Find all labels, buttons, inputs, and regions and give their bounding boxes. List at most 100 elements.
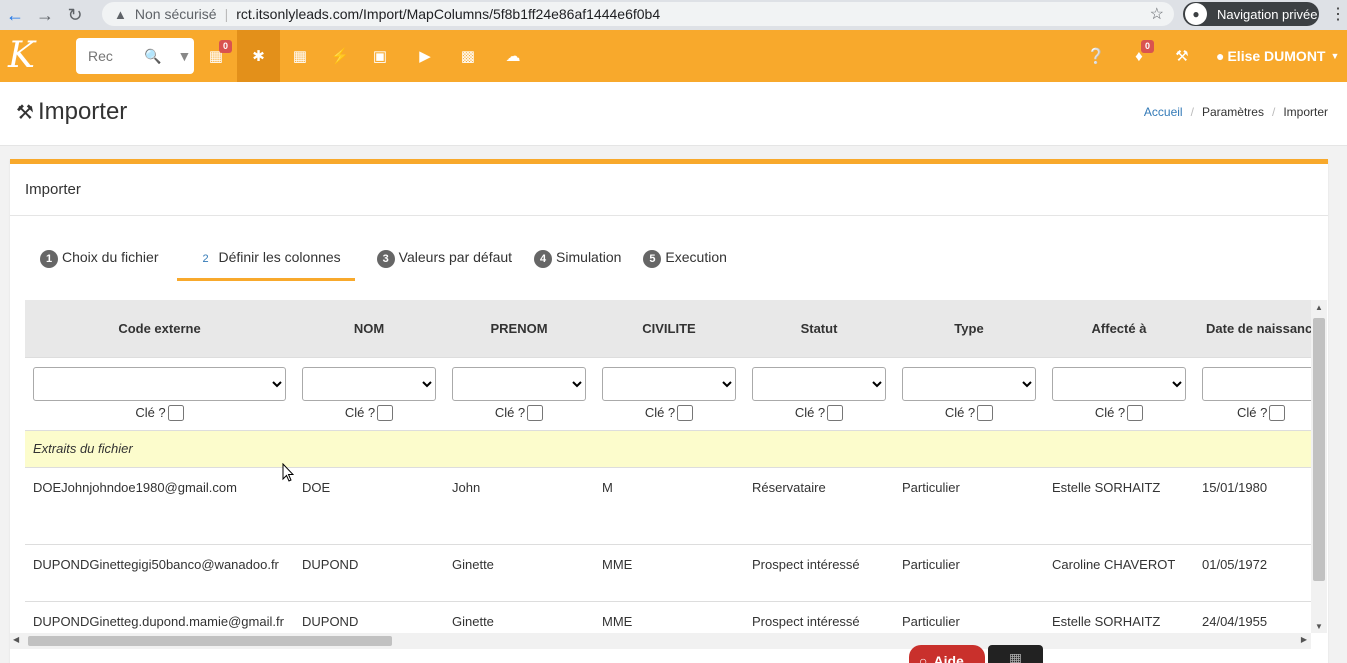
insecure-label: Non sécurisé: [134, 6, 217, 22]
column-mapping-select[interactable]: [452, 366, 586, 401]
horizontal-scroll-thumb[interactable]: [28, 636, 392, 646]
key-checkbox[interactable]: [377, 404, 394, 421]
breadcrumb-importer: Importer: [1283, 105, 1328, 119]
wizard-steps: 1 Choix du fichier 2 Définir les colonne…: [40, 241, 749, 281]
key-checkbox[interactable]: [1127, 404, 1144, 421]
table-cell: 24/04/1955: [1202, 613, 1268, 629]
breadcrumb-parametres[interactable]: Paramètres: [1202, 105, 1264, 119]
column-header: Code externe: [25, 300, 294, 358]
key-label: Clé ?: [135, 405, 166, 420]
step-label: Simulation: [556, 249, 622, 265]
step-label: Définir les colonnes: [218, 249, 341, 265]
key-checkbox[interactable]: [827, 404, 844, 421]
step-definir-colonnes[interactable]: 2 Définir les colonnes: [176, 241, 355, 281]
scroll-down-icon[interactable]: ▼: [1315, 622, 1323, 631]
key-checkbox[interactable]: [677, 404, 694, 421]
table-cell: DUPONDGinettegigi50banco@wanadoo.fr: [25, 544, 294, 602]
scroll-up-icon[interactable]: ▲: [1315, 303, 1323, 312]
table-cell: Ginette: [452, 613, 494, 629]
import-panel: Importer 1 Choix du fichier 2 Définir le…: [10, 159, 1328, 663]
table-cell: DUPOND: [302, 613, 359, 629]
scroll-right-icon[interactable]: ▶: [1301, 635, 1307, 644]
building-icon[interactable]: ▦: [280, 30, 320, 82]
table-cell: Caroline CHAVEROT: [1044, 544, 1194, 602]
private-browsing-indicator[interactable]: ● Navigation privée: [1183, 2, 1319, 26]
column-mapping-select[interactable]: [33, 366, 286, 401]
calendar-icon[interactable]: ▦: [196, 30, 236, 82]
help-icon[interactable]: ❔: [1076, 30, 1116, 82]
search-icon[interactable]: 🔍: [144, 48, 161, 65]
address-bar[interactable]: ▲ Non sécurisé | rct.itsonlyleads.com/Im…: [102, 2, 1174, 26]
help-button[interactable]: ○ Aide: [909, 645, 985, 663]
wrench-title-icon: ⚒: [16, 101, 34, 124]
table-cell: MME: [602, 613, 633, 629]
column-mapping-select[interactable]: [602, 366, 736, 401]
table-cell: DUPOND: [294, 544, 444, 602]
column-header: Affecté à: [1044, 300, 1194, 358]
warning-icon: ▲: [114, 6, 127, 22]
table-cell: 01/05/1972: [1194, 544, 1311, 602]
step-valeurs-defaut[interactable]: 3 Valeurs par défaut: [376, 241, 512, 281]
table-cell: M: [594, 467, 744, 545]
incognito-icon: ●: [1185, 3, 1207, 25]
column-header: PRENOM: [444, 300, 594, 358]
horizontal-scrollbar[interactable]: ◀ ▶: [10, 633, 1311, 649]
key-checkbox[interactable]: [167, 404, 184, 421]
key-checkbox[interactable]: [977, 404, 994, 421]
key-label: Clé ?: [494, 405, 526, 420]
cloud-icon[interactable]: ☁: [493, 30, 533, 82]
column-mapping-select[interactable]: [752, 366, 886, 401]
column-mapping-select[interactable]: [1202, 366, 1311, 401]
reload-icon[interactable]: ↻: [60, 0, 90, 30]
vertical-scroll-thumb[interactable]: [1313, 318, 1325, 581]
step-number: 3: [376, 250, 395, 268]
calendar-float-icon: ▦: [1008, 650, 1023, 663]
step-choix-fichier[interactable]: 1 Choix du fichier: [40, 241, 159, 281]
file-extract-row: Extraits du fichier: [25, 429, 1311, 468]
calendar-float-button[interactable]: ▦: [988, 645, 1043, 663]
step-number: 4: [534, 250, 553, 268]
notification-badge: 0: [1141, 40, 1155, 53]
browser-menu-icon[interactable]: ⋮: [1330, 4, 1346, 24]
money-icon[interactable]: ▣: [360, 30, 400, 82]
step-label: Execution: [665, 249, 727, 265]
page-header: ⚒ Importer Accueil / Paramètres / Import…: [0, 82, 1347, 146]
table-cell: Particulier: [894, 544, 1044, 602]
table-row: DOEJohnjohndoe1980@gmail.com DOE John M …: [25, 467, 1311, 545]
user-name: Elise DUMONT: [1227, 48, 1326, 64]
search-input[interactable]: [88, 48, 138, 64]
user-icon: ●: [1216, 48, 1225, 64]
bullhorn-icon[interactable]: ▶: [405, 30, 445, 82]
key-checkbox[interactable]: [527, 404, 544, 421]
scroll-left-icon[interactable]: ◀: [13, 635, 19, 644]
column-mapping-select[interactable]: [302, 366, 436, 401]
step-execution[interactable]: 5 Execution: [643, 241, 727, 281]
key-label: Clé ?: [794, 405, 826, 420]
panel-title: Importer: [10, 164, 1328, 216]
filter-icon[interactable]: ▼: [177, 48, 191, 64]
bolt-icon[interactable]: ⚡: [320, 30, 360, 82]
app-logo[interactable]: K: [8, 38, 48, 74]
forward-arrow-icon[interactable]: →: [30, 0, 60, 30]
column-mapping-select[interactable]: [902, 366, 1036, 401]
column-header: Date de naissance: [1194, 300, 1311, 358]
mapping-table-container[interactable]: Code externe NOM PRENOM CIVILITE Statut …: [25, 300, 1311, 633]
key-label: Clé ?: [344, 405, 376, 420]
breadcrumb-divider: /: [1271, 105, 1276, 119]
breadcrumb-accueil[interactable]: Accueil: [1144, 105, 1183, 119]
column-mapping-select[interactable]: [1052, 366, 1186, 401]
column-header: CIVILITE: [594, 300, 744, 358]
vertical-scrollbar[interactable]: ▲ ▼: [1311, 300, 1327, 633]
column-header: Type: [894, 300, 1044, 358]
bookmark-star-icon[interactable]: ☆: [1150, 4, 1164, 24]
user-menu[interactable]: ● Elise DUMONT ▼: [1216, 30, 1339, 82]
search-box: 🔍 ▼: [76, 38, 194, 74]
step-simulation[interactable]: 4 Simulation: [534, 241, 621, 281]
asterisk-icon[interactable]: ✱: [237, 30, 280, 82]
help-circle-icon: ○: [919, 653, 928, 663]
bell-icon[interactable]: ♦: [1119, 30, 1159, 82]
back-arrow-icon[interactable]: ←: [0, 0, 30, 30]
puzzle-icon[interactable]: ▩: [448, 30, 488, 82]
key-checkbox[interactable]: [1269, 404, 1286, 421]
wrench-icon[interactable]: ⚒: [1162, 30, 1202, 82]
